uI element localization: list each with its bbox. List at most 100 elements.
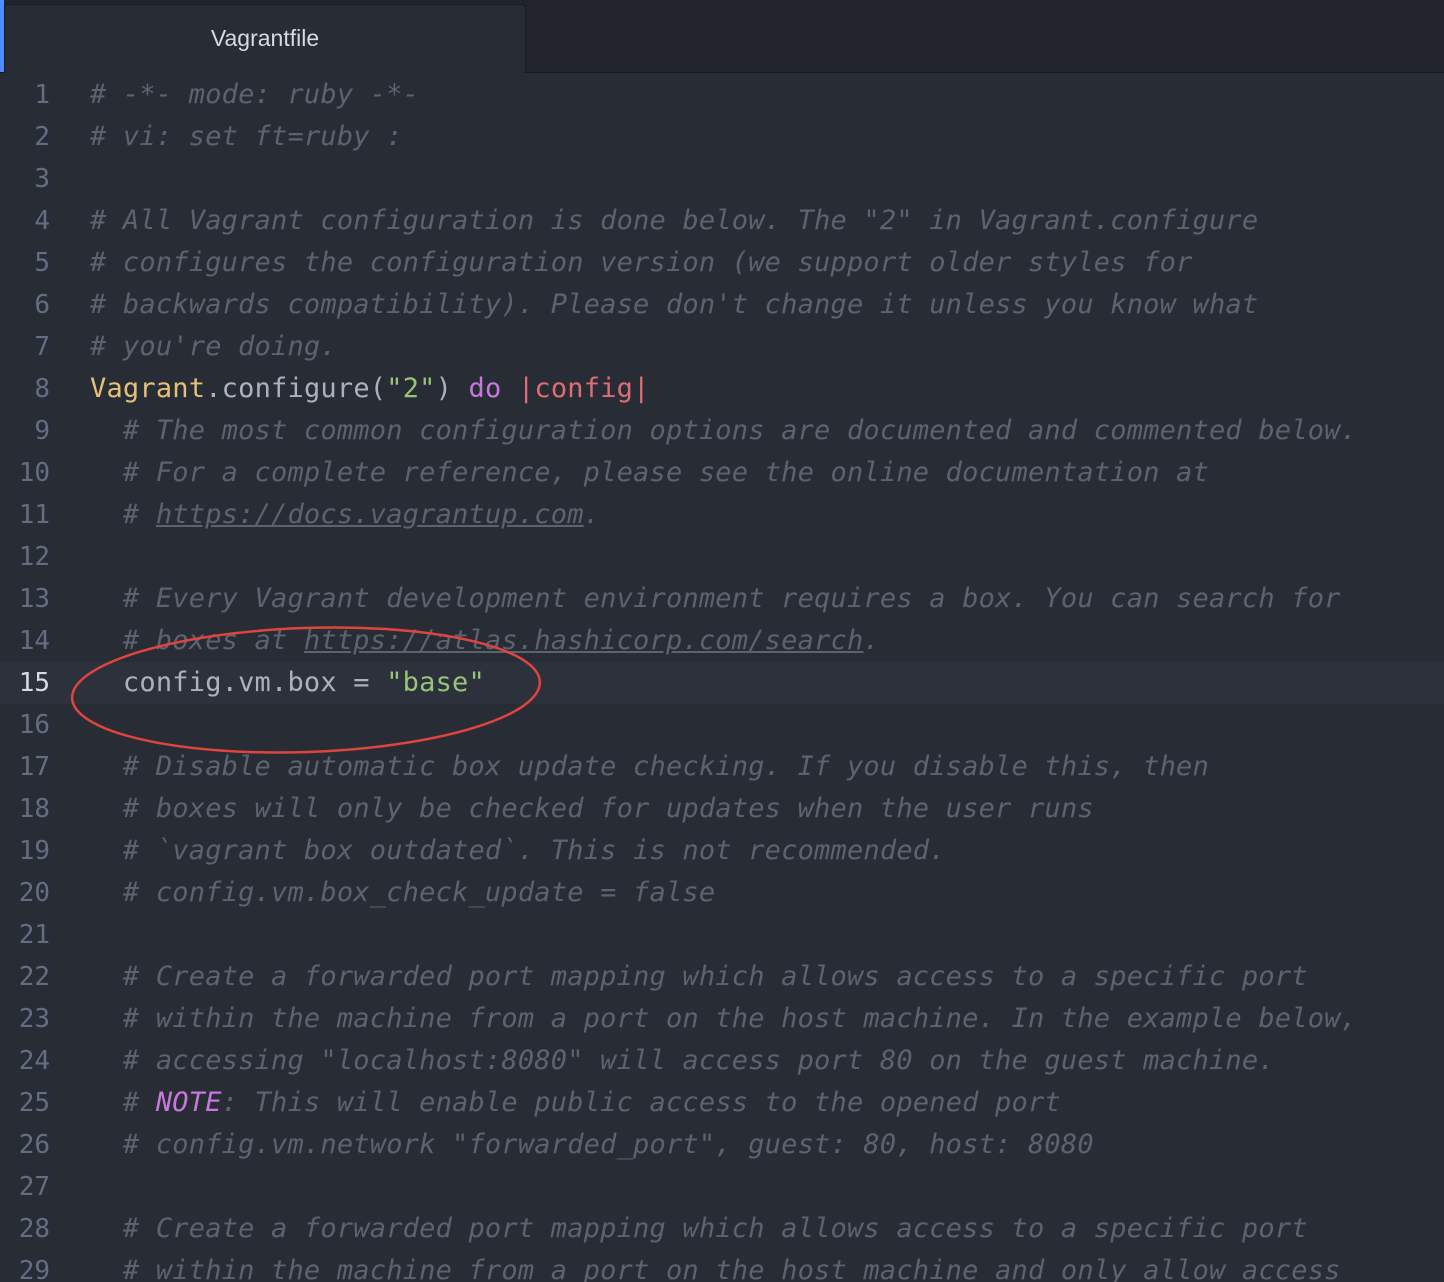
line-number: 21 — [18, 920, 50, 950]
line-number: 7 — [34, 332, 50, 362]
comment-text: : This will enable public access to the … — [221, 1087, 1061, 1118]
comment-text: # backwards compatibility). Please don't… — [90, 289, 1259, 320]
code-editor[interactable]: 1 # -*- mode: ruby -*- 2 # vi: set ft=ruby … — [0, 73, 1444, 1282]
editor-line[interactable]: 11 # https://docs.vagrantup.com. — [0, 494, 1444, 536]
line-number: 24 — [18, 1046, 50, 1076]
editor-line[interactable]: 17 # Disable automatic box update checki… — [0, 746, 1444, 788]
line-code: # vi: set ft=ruby : — [90, 116, 403, 158]
comment-link[interactable]: https://atlas.hashicorp.com/search — [304, 625, 863, 656]
editor-line[interactable]: 28 # Create a forwarded port mapping whi… — [0, 1208, 1444, 1250]
editor-line[interactable]: 8 Vagrant.configure("2") do |config| — [0, 368, 1444, 410]
editor-line[interactable]: 25 # NOTE: This will enable public acces… — [0, 1082, 1444, 1124]
line-number: 22 — [18, 962, 50, 992]
punctuation: . — [205, 373, 222, 404]
editor-line[interactable]: 10 # For a complete reference, please se… — [0, 452, 1444, 494]
tab-bar: Vagrantfile — [0, 0, 1444, 73]
comment-text: # Create a forwarded port mapping which … — [90, 1213, 1308, 1244]
line-code: # you're doing. — [90, 326, 337, 368]
editor-line[interactable]: 9 # The most common configuration option… — [0, 410, 1444, 452]
line-number: 19 — [18, 836, 50, 866]
line-number: 23 — [18, 1004, 50, 1034]
line-number: 5 — [34, 248, 50, 278]
line-number: 26 — [18, 1130, 50, 1160]
line-code: # boxes at https://atlas.hashicorp.com/s… — [90, 620, 880, 662]
block-parameter: |config| — [517, 373, 650, 404]
line-code: # config.vm.network "forwarded_port", gu… — [90, 1124, 1094, 1166]
line-code: # For a complete reference, please see t… — [90, 452, 1209, 494]
method-call: configure( — [221, 373, 387, 404]
comment-text: # -*- mode: ruby -*- — [90, 79, 420, 110]
class-name: Vagrant — [90, 373, 206, 404]
line-number: 28 — [18, 1214, 50, 1244]
editor-line[interactable]: 20 # config.vm.box_check_update = false — [0, 872, 1444, 914]
line-number: 11 — [18, 500, 50, 530]
line-number: 3 — [34, 164, 50, 194]
line-number: 15 — [18, 668, 50, 698]
line-code: # https://docs.vagrantup.com. — [90, 494, 600, 536]
editor-line[interactable]: 5 # configures the configuration version … — [0, 242, 1444, 284]
line-number: 20 — [18, 878, 50, 908]
punctuation: ) — [435, 373, 453, 404]
line-code: # Create a forwarded port mapping which … — [90, 956, 1308, 998]
comment-text: # — [90, 1087, 156, 1118]
comment-text: # configures the configuration version (… — [90, 247, 1193, 278]
keyword: do — [468, 373, 502, 404]
comment-text: # — [90, 499, 156, 530]
comment-text: # The most common configuration options … — [90, 415, 1358, 446]
editor-line[interactable]: 24 # accessing "localhost:8080" will acc… — [0, 1040, 1444, 1082]
editor-line[interactable]: 13 # Every Vagrant development environme… — [0, 578, 1444, 620]
code-text: config.vm.box = — [90, 667, 387, 698]
editor-line[interactable]: 29 # within the machine from a port on t… — [0, 1250, 1444, 1282]
editor-line[interactable]: 19 # `vagrant box outdated`. This is not… — [0, 830, 1444, 872]
line-number: 1 — [34, 80, 50, 110]
comment-text: # boxes at — [90, 625, 304, 656]
editor-line[interactable]: 22 # Create a forwarded port mapping whi… — [0, 956, 1444, 998]
comment-text: # All Vagrant configuration is done belo… — [90, 205, 1259, 236]
line-code: # config.vm.box_check_update = false — [90, 872, 715, 914]
editor-line[interactable]: 27 — [0, 1166, 1444, 1208]
editor-line[interactable]: 3 — [0, 158, 1444, 200]
line-code: # Every Vagrant development environment … — [90, 578, 1341, 620]
line-number: 9 — [34, 416, 50, 446]
editor-line[interactable]: 4 # All Vagrant configuration is done bel… — [0, 200, 1444, 242]
line-code: # All Vagrant configuration is done belo… — [90, 200, 1258, 242]
line-number: 10 — [18, 458, 50, 488]
editor-line[interactable]: 14 # boxes at https://atlas.hashicorp.co… — [0, 620, 1444, 662]
comment-text: # Disable automatic box update checking.… — [90, 751, 1209, 782]
editor-line[interactable]: 2 # vi: set ft=ruby : — [0, 116, 1444, 158]
line-number: 13 — [18, 584, 50, 614]
line-code: # within the machine from a port on the … — [90, 1250, 1341, 1282]
editor-line[interactable]: 6 # backwards compatibility). Please don'… — [0, 284, 1444, 326]
line-code: # -*- mode: ruby -*- — [90, 74, 419, 116]
editor-line[interactable]: 26 # config.vm.network "forwarded_port",… — [0, 1124, 1444, 1166]
line-number: 6 — [34, 290, 50, 320]
tab-vagrantfile[interactable]: Vagrantfile — [4, 4, 526, 73]
line-code: # boxes will only be checked for updates… — [90, 788, 1094, 830]
line-code: # configures the configuration version (… — [90, 242, 1193, 284]
line-code: Vagrant.configure("2") do |config| — [90, 368, 650, 410]
comment-text: . — [863, 625, 880, 656]
editor-line[interactable]: 15 config.vm.box = "base" — [0, 662, 1444, 704]
editor-line[interactable]: 21 — [0, 914, 1444, 956]
line-number: 18 — [18, 794, 50, 824]
editor-line[interactable]: 7 # you're doing. — [0, 326, 1444, 368]
comment-text: # within the machine from a port on the … — [90, 1003, 1358, 1034]
note-keyword: NOTE — [155, 1087, 222, 1118]
line-number: 25 — [18, 1088, 50, 1118]
comment-link[interactable]: https://docs.vagrantup.com — [156, 499, 584, 530]
line-number: 27 — [18, 1172, 50, 1202]
string-literal: "2" — [386, 373, 436, 404]
editor-line[interactable]: 1 # -*- mode: ruby -*- — [0, 74, 1444, 116]
editor-line[interactable]: 12 — [0, 536, 1444, 578]
editor-line[interactable]: 18 # boxes will only be checked for upda… — [0, 788, 1444, 830]
line-number: 17 — [18, 752, 50, 782]
comment-text: # vi: set ft=ruby : — [90, 121, 403, 152]
line-number: 14 — [18, 626, 50, 656]
editor-line[interactable]: 23 # within the machine from a port on t… — [0, 998, 1444, 1040]
line-code: # Disable automatic box update checking.… — [90, 746, 1209, 788]
line-code: # within the machine from a port on the … — [90, 998, 1357, 1040]
editor-line[interactable]: 16 — [0, 704, 1444, 746]
comment-text: . — [583, 499, 601, 530]
